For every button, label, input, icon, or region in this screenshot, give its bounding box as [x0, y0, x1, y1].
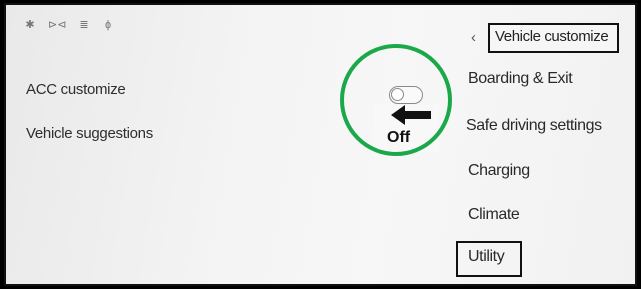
settings-screen: ✱ ⊳⊲ ≣ ɸ ACC customize Vehicle suggestio…: [4, 3, 637, 286]
highlight-circle: [340, 44, 452, 156]
menu-item-charging[interactable]: Charging: [468, 162, 530, 180]
bluetooth-icon: ✱: [25, 19, 35, 31]
vehicle-suggestions-label[interactable]: Vehicle suggestions: [26, 125, 153, 142]
menu-icon: ≣: [79, 19, 89, 31]
acc-customize-label[interactable]: ACC customize: [26, 81, 126, 98]
menu-item-climate[interactable]: Climate: [468, 206, 520, 224]
signal-icon: ɸ: [104, 19, 112, 31]
vehicle-customize-header[interactable]: Vehicle customize: [495, 28, 609, 45]
back-chevron-icon[interactable]: ‹: [471, 29, 476, 46]
menu-item-safe-driving-settings[interactable]: Safe driving settings: [466, 117, 602, 135]
menu-item-utility[interactable]: Utility: [468, 248, 505, 266]
status-bar: ✱ ⊳⊲ ≣ ɸ: [24, 19, 114, 31]
wifi-icon: ⊳⊲: [48, 19, 67, 31]
menu-item-boarding-exit[interactable]: Boarding & Exit: [468, 70, 573, 88]
